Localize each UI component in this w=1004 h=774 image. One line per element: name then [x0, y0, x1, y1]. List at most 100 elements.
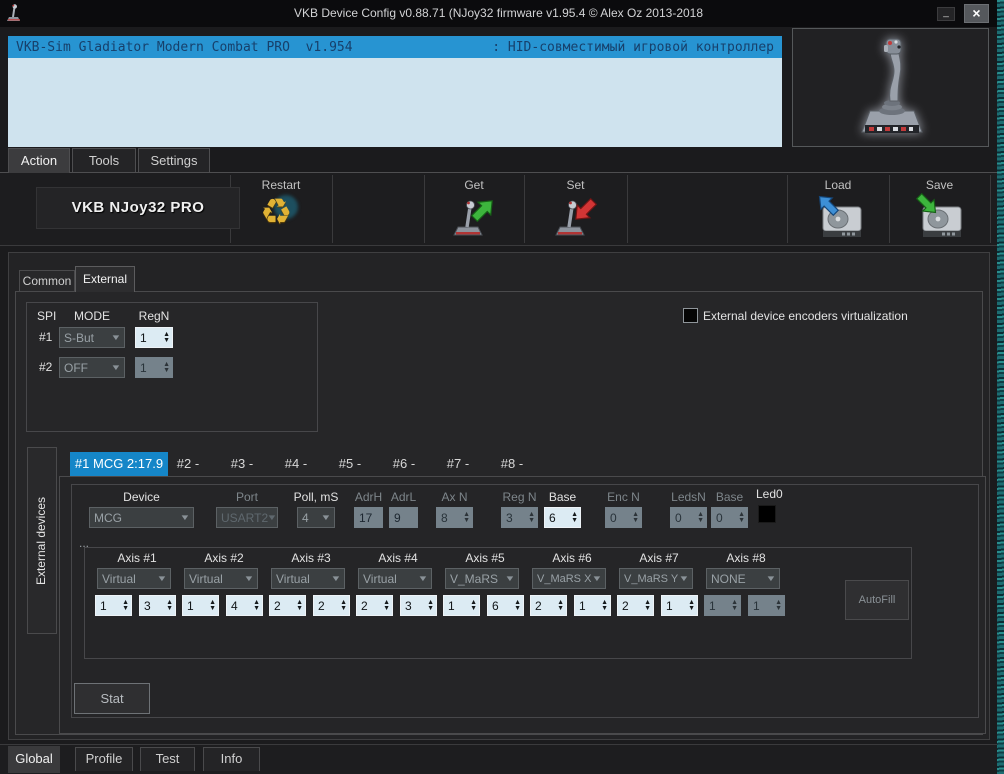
axis5-spinner-a[interactable]: 1 ▲ ▼: [443, 595, 480, 616]
port-dropdown[interactable]: USART2 ▼: [216, 507, 278, 528]
spinner-arrows[interactable]: ▲ ▼: [427, 599, 436, 612]
spinner-down-icon[interactable]: ▼: [209, 605, 216, 612]
axis2-mode-dropdown[interactable]: Virtual ▼: [184, 568, 258, 589]
base-spinner[interactable]: 6 ▲ ▼: [544, 507, 581, 528]
spinner-arrows[interactable]: ▲ ▼: [470, 599, 479, 612]
axis1-spinner-b[interactable]: 3 ▲ ▼: [139, 595, 176, 616]
spinner-down-icon[interactable]: ▼: [463, 517, 470, 524]
menu-tab-action[interactable]: Action: [8, 148, 70, 173]
base2-spinner[interactable]: 0 ▲ ▼: [711, 507, 748, 528]
axis6-spinner-b[interactable]: 1 ▲ ▼: [574, 595, 611, 616]
stat-button[interactable]: Stat: [74, 683, 150, 714]
encoders-virtualization-checkbox[interactable]: [683, 308, 698, 323]
spinner-down-icon[interactable]: ▼: [775, 605, 782, 612]
ledsn-spinner[interactable]: 0 ▲ ▼: [670, 507, 707, 528]
axis1-spinner-a[interactable]: 1 ▲ ▼: [95, 595, 132, 616]
spinner-arrows[interactable]: ▲ ▼: [571, 511, 580, 524]
restart-icon[interactable]: ♻: [258, 191, 302, 235]
spinner-arrows[interactable]: ▲ ▼: [166, 599, 175, 612]
axn-spinner[interactable]: 8 ▲ ▼: [436, 507, 473, 528]
spinner-arrows[interactable]: ▲ ▼: [738, 511, 747, 524]
spinner-arrows[interactable]: ▲ ▼: [463, 511, 472, 524]
axis6-mode-dropdown[interactable]: V_MaRS X ▼: [532, 568, 606, 589]
menu-tab-tools[interactable]: Tools: [72, 148, 136, 173]
spinner-down-icon[interactable]: ▼: [601, 605, 608, 612]
axis4-spinner-a[interactable]: 2 ▲ ▼: [356, 595, 393, 616]
tab-external[interactable]: External: [75, 266, 135, 292]
spinner-down-icon[interactable]: ▼: [166, 605, 173, 612]
spi1-regn-spinner[interactable]: 1 ▲ ▼: [135, 327, 173, 348]
adrl-field[interactable]: 9: [389, 507, 418, 528]
spi2-mode-dropdown[interactable]: OFF ▼: [59, 357, 125, 378]
spinner-down-icon[interactable]: ▼: [383, 605, 390, 612]
set-button-label[interactable]: Set: [524, 178, 627, 192]
spinner-arrows[interactable]: ▲ ▼: [557, 599, 566, 612]
device-tab-6[interactable]: #6 -: [377, 452, 431, 476]
spinner-down-icon[interactable]: ▼: [571, 517, 578, 524]
axis7-spinner-a[interactable]: 2 ▲ ▼: [617, 595, 654, 616]
spinner-down-icon[interactable]: ▼: [340, 605, 347, 612]
spinner-down-icon[interactable]: ▼: [644, 605, 651, 612]
spinner-arrows[interactable]: ▲ ▼: [644, 599, 653, 612]
spinner-down-icon[interactable]: ▼: [427, 605, 434, 612]
poll-dropdown[interactable]: 4 ▼: [297, 507, 335, 528]
device-tab-2[interactable]: #2 -: [161, 452, 215, 476]
device-tab-4[interactable]: #4 -: [269, 452, 323, 476]
axis7-mode-dropdown[interactable]: V_MaRS Y ▼: [619, 568, 693, 589]
axis3-mode-dropdown[interactable]: Virtual ▼: [271, 568, 345, 589]
axis3-spinner-b[interactable]: 2 ▲ ▼: [313, 595, 350, 616]
spinner-down-icon[interactable]: ▼: [688, 605, 695, 612]
spinner-arrows[interactable]: ▲ ▼: [122, 599, 131, 612]
restart-button-label[interactable]: Restart: [230, 178, 332, 192]
spinner-arrows[interactable]: ▲ ▼: [528, 511, 537, 524]
spinner-down-icon[interactable]: ▼: [697, 517, 704, 524]
spinner-down-icon[interactable]: ▼: [253, 605, 260, 612]
spinner-arrows[interactable]: ▲ ▼: [688, 599, 697, 612]
save-icon[interactable]: [914, 192, 962, 244]
spi1-mode-dropdown[interactable]: S-But ▼: [59, 327, 125, 348]
spinner-arrows[interactable]: ▲ ▼: [340, 599, 349, 612]
menu-tab-settings[interactable]: Settings: [138, 148, 210, 173]
load-icon[interactable]: [814, 193, 862, 244]
minimize-button[interactable]: _: [937, 7, 955, 21]
axis8-spinner-a[interactable]: 1 ▲ ▼: [704, 595, 741, 616]
spinner-arrows[interactable]: ▲ ▼: [383, 599, 392, 612]
autofill-button[interactable]: AutoFill: [845, 580, 909, 620]
device-tab-5[interactable]: #5 -: [323, 452, 377, 476]
spinner-down-icon[interactable]: ▼: [738, 517, 745, 524]
spi2-regn-spinner[interactable]: 1 ▲ ▼: [135, 357, 173, 378]
regn-spinner[interactable]: 3 ▲ ▼: [501, 507, 538, 528]
spinner-arrows[interactable]: ▲ ▼: [731, 599, 740, 612]
axis6-spinner-a[interactable]: 2 ▲ ▼: [530, 595, 567, 616]
spinner-down-icon[interactable]: ▼: [296, 605, 303, 612]
axis2-spinner-a[interactable]: 1 ▲ ▼: [182, 595, 219, 616]
spinner-down-icon[interactable]: ▼: [163, 337, 170, 344]
spinner-down-icon[interactable]: ▼: [632, 517, 639, 524]
adrh-field[interactable]: 17: [354, 507, 383, 528]
device-tab-8[interactable]: #8 -: [485, 452, 539, 476]
spinner-arrows[interactable]: ▲ ▼: [163, 331, 172, 344]
axis8-spinner-b[interactable]: 1 ▲ ▼: [748, 595, 785, 616]
device-tab-7[interactable]: #7 -: [431, 452, 485, 476]
spinner-arrows[interactable]: ▲ ▼: [697, 511, 706, 524]
spinner-down-icon[interactable]: ▼: [528, 517, 535, 524]
spinner-arrows[interactable]: ▲ ▼: [632, 511, 641, 524]
save-button-label[interactable]: Save: [889, 178, 990, 192]
spinner-arrows[interactable]: ▲ ▼: [209, 599, 218, 612]
axis5-mode-dropdown[interactable]: V_MaRS ▼: [445, 568, 519, 589]
get-button-label[interactable]: Get: [424, 178, 524, 192]
spinner-arrows[interactable]: ▲ ▼: [296, 599, 305, 612]
spinner-down-icon[interactable]: ▼: [731, 605, 738, 612]
set-icon[interactable]: [554, 195, 598, 244]
axis4-mode-dropdown[interactable]: Virtual ▼: [358, 568, 432, 589]
spinner-down-icon[interactable]: ▼: [470, 605, 477, 612]
footer-tab-test[interactable]: Test: [140, 747, 195, 771]
footer-tab-profile[interactable]: Profile: [75, 747, 133, 771]
axis3-spinner-a[interactable]: 2 ▲ ▼: [269, 595, 306, 616]
device-dropdown[interactable]: MCG ▼: [89, 507, 194, 528]
spinner-down-icon[interactable]: ▼: [163, 367, 170, 374]
close-button[interactable]: ×: [964, 4, 989, 23]
device-tab-1[interactable]: #1 MCG 2:17.9: [70, 452, 168, 476]
footer-tab-info[interactable]: Info: [203, 747, 260, 771]
spinner-arrows[interactable]: ▲ ▼: [163, 361, 172, 374]
